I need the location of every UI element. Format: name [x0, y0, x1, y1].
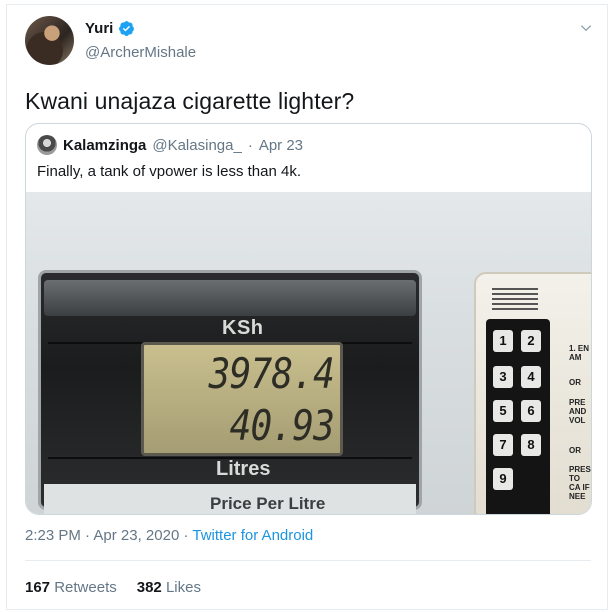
likes-label: Likes	[165, 579, 201, 596]
likes-count: 382	[136, 579, 162, 596]
chevron-down-icon[interactable]	[579, 21, 593, 35]
tweet-card: Yuri @ArcherMishale Kwani unajaza cigare…	[6, 4, 608, 610]
likes-stat[interactable]: 382 Likes	[137, 579, 201, 596]
tweet-stats: 167 Retweets 382 Likes	[25, 579, 201, 596]
quoted-author-handle: @Kalasinga_	[152, 136, 242, 154]
pump-key: 7	[493, 434, 513, 456]
pump-key: 2	[521, 330, 541, 352]
retweets-stat[interactable]: 167 Retweets	[25, 579, 117, 596]
tweet-time[interactable]: 2:23 PM	[25, 527, 81, 544]
pump-instruction: OR	[569, 446, 581, 455]
verified-badge-icon	[119, 21, 135, 36]
tweet-text: Kwani unajaza cigarette lighter?	[25, 88, 355, 114]
pump-speaker-grille	[492, 288, 538, 312]
pump-lcd-screen: 3978.4 40.93	[141, 342, 343, 456]
pump-key: 4	[521, 366, 541, 388]
pump-amount-readout: 3978.4	[208, 349, 335, 398]
quoted-separator: ·	[247, 136, 253, 154]
pump-key: 3	[493, 366, 513, 388]
retweets-label: Retweets	[54, 579, 117, 596]
pump-instruction: OR	[569, 378, 581, 387]
pump-litres-readout: 40.93	[229, 401, 335, 450]
tweet-date[interactable]: Apr 23, 2020	[93, 527, 179, 544]
pump-key: 9	[493, 468, 513, 490]
quoted-date: Apr 23	[258, 136, 304, 154]
pump-instruction: PRE AND VOL	[569, 398, 587, 425]
pump-price-per-litre-label: Price Per Litre	[210, 494, 326, 513]
quoted-photo[interactable]: KSh 3978.4 40.93 Litres Price Per Litre …	[26, 192, 591, 514]
divider	[25, 560, 591, 561]
pump-currency-label: KSh	[222, 317, 264, 339]
quoted-author-avatar	[37, 135, 57, 155]
author-display-name[interactable]: Yuri	[85, 20, 113, 37]
retweets-count: 167	[25, 579, 51, 596]
meta-separator: ·	[183, 527, 189, 544]
pump-key: 8	[521, 434, 541, 456]
tweet-meta: 2:23 PM · Apr 23, 2020 · Twitter for And…	[25, 527, 313, 544]
quoted-tweet-header: Kalamzinga @Kalasinga_ · Apr 23	[37, 135, 303, 155]
pump-top-strip	[44, 280, 416, 316]
pump-key: 5	[493, 400, 513, 422]
quoted-author-name: Kalamzinga	[63, 136, 147, 154]
quoted-tweet-text: Finally, a tank of vpower is less than 4…	[37, 163, 302, 180]
author-avatar[interactable]	[25, 16, 74, 65]
pump-litres-label: Litres	[216, 458, 271, 480]
pump-instruction: PRES TO CA IF NEE	[569, 465, 591, 501]
tweet-source-link[interactable]: Twitter for Android	[192, 527, 313, 544]
author-name-row[interactable]: Yuri	[85, 20, 135, 37]
meta-separator: ·	[85, 527, 91, 544]
pump-key: 1	[493, 330, 513, 352]
pump-key: 6	[521, 400, 541, 422]
quoted-tweet[interactable]: Kalamzinga @Kalasinga_ · Apr 23 Finally,…	[25, 123, 592, 515]
pump-instruction: 1. EN AM	[569, 344, 590, 362]
author-handle[interactable]: @ArcherMishale	[85, 44, 196, 61]
